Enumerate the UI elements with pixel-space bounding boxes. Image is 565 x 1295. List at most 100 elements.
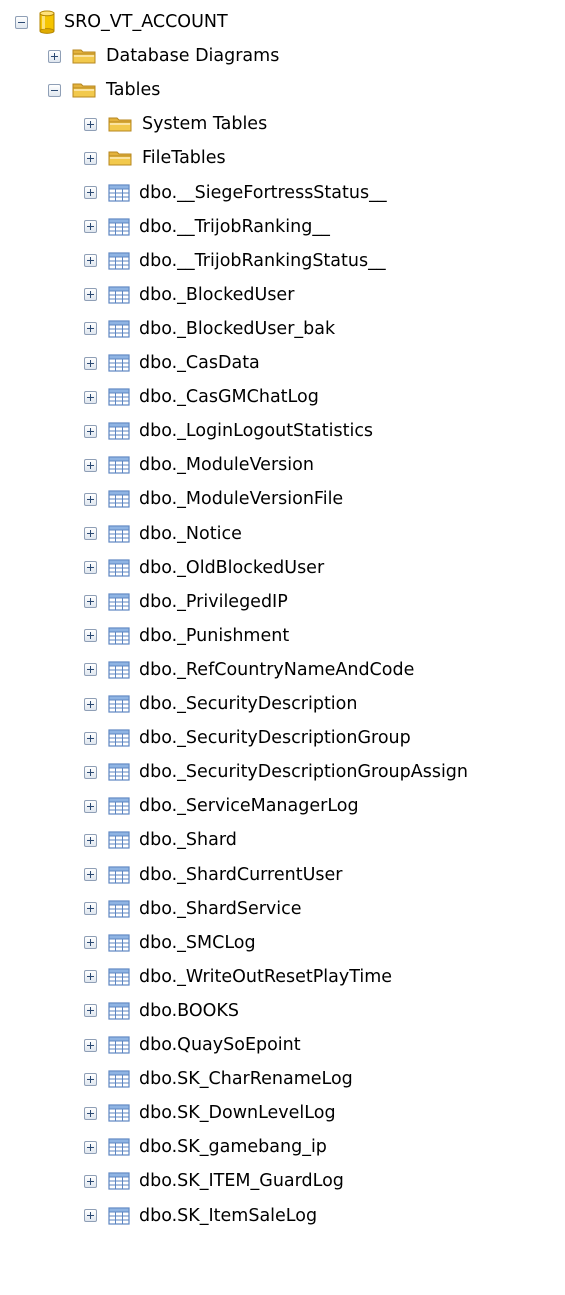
- node-label[interactable]: Tables: [106, 80, 160, 100]
- node-label[interactable]: dbo._BlockedUser: [139, 285, 294, 305]
- node-label[interactable]: dbo._ServiceManagerLog: [139, 796, 359, 816]
- node-label[interactable]: dbo._Shard: [139, 830, 237, 850]
- tree-node-table[interactable]: dbo._OldBlockedUser: [84, 551, 324, 585]
- expand-toggle-icon[interactable]: [84, 833, 97, 847]
- tree-node-table[interactable]: dbo.__TrijobRankingStatus__: [84, 244, 386, 278]
- node-label[interactable]: dbo.__TrijobRanking__: [139, 217, 330, 237]
- node-label[interactable]: dbo._ModuleVersion: [139, 455, 314, 475]
- node-label[interactable]: dbo._LoginLogoutStatistics: [139, 421, 373, 441]
- tree-node-table[interactable]: dbo.SK_CharRenameLog: [84, 1062, 353, 1096]
- node-label[interactable]: dbo.SK_ITEM_GuardLog: [139, 1171, 344, 1191]
- tree-node-table[interactable]: dbo._SecurityDescriptionGroupAssign: [84, 755, 468, 789]
- expand-toggle-icon[interactable]: [84, 663, 97, 677]
- tree-node-table[interactable]: dbo.BOOKS: [84, 994, 239, 1028]
- expand-toggle-icon[interactable]: [84, 322, 97, 336]
- node-label[interactable]: dbo._CasData: [139, 353, 260, 373]
- expand-toggle-icon[interactable]: [84, 595, 97, 609]
- tree-node-table[interactable]: dbo._LoginLogoutStatistics: [84, 414, 373, 448]
- tree-node-table[interactable]: dbo.SK_ITEM_GuardLog: [84, 1164, 344, 1198]
- expand-toggle-icon[interactable]: [84, 151, 97, 165]
- node-label[interactable]: dbo._RefCountryNameAndCode: [139, 660, 414, 680]
- node-label[interactable]: SRO_VT_ACCOUNT: [64, 12, 228, 32]
- tree-node-table[interactable]: dbo._CasData: [84, 346, 260, 380]
- expand-toggle-icon[interactable]: [48, 49, 61, 63]
- tree-node-table[interactable]: dbo._ModuleVersionFile: [84, 482, 343, 516]
- tree-node-table[interactable]: dbo.SK_ItemSaleLog: [84, 1199, 317, 1233]
- node-label[interactable]: dbo.__TrijobRankingStatus__: [139, 251, 386, 271]
- node-label[interactable]: dbo._SecurityDescriptionGroup: [139, 728, 411, 748]
- node-label[interactable]: dbo.SK_ItemSaleLog: [139, 1206, 317, 1226]
- expand-toggle-icon[interactable]: [84, 288, 97, 302]
- node-label[interactable]: dbo._ModuleVersionFile: [139, 489, 343, 509]
- collapse-toggle-icon[interactable]: [48, 83, 61, 97]
- expand-toggle-icon[interactable]: [84, 254, 97, 268]
- tree-node-table[interactable]: dbo._SMCLog: [84, 926, 256, 960]
- node-label[interactable]: Database Diagrams: [106, 46, 279, 66]
- node-label[interactable]: FileTables: [142, 148, 226, 168]
- tree-node-table[interactable]: dbo._ShardCurrentUser: [84, 858, 342, 892]
- node-label[interactable]: dbo._WriteOutResetPlayTime: [139, 967, 392, 987]
- expand-toggle-icon[interactable]: [84, 697, 97, 711]
- expand-toggle-icon[interactable]: [84, 458, 97, 472]
- node-label[interactable]: dbo._SecurityDescription: [139, 694, 357, 714]
- node-label[interactable]: dbo.BOOKS: [139, 1001, 239, 1021]
- expand-toggle-icon[interactable]: [84, 799, 97, 813]
- tree-node-table[interactable]: dbo.QuaySoEpoint: [84, 1028, 301, 1062]
- expand-toggle-icon[interactable]: [84, 1106, 97, 1120]
- tree-node-table[interactable]: dbo._SecurityDescription: [84, 687, 357, 721]
- tree-node-table[interactable]: dbo.__TrijobRanking__: [84, 210, 330, 244]
- node-label[interactable]: dbo._SMCLog: [139, 933, 256, 953]
- expand-toggle-icon[interactable]: [84, 561, 97, 575]
- expand-toggle-icon[interactable]: [84, 970, 97, 984]
- expand-toggle-icon[interactable]: [84, 527, 97, 540]
- tree-node-table[interactable]: dbo._Notice: [84, 517, 242, 551]
- node-label[interactable]: dbo._SecurityDescriptionGroupAssign: [139, 762, 468, 782]
- node-label[interactable]: dbo._OldBlockedUser: [139, 558, 324, 578]
- node-label[interactable]: dbo._ShardService: [139, 899, 302, 919]
- expand-toggle-icon[interactable]: [84, 902, 97, 916]
- expand-toggle-icon[interactable]: [84, 424, 97, 438]
- tree-node-table[interactable]: dbo._ShardService: [84, 892, 302, 926]
- node-label[interactable]: dbo._CasGMChatLog: [139, 387, 319, 407]
- tree-node-table[interactable]: dbo._BlockedUser: [84, 278, 294, 312]
- tree-node-folder[interactable]: Tables: [48, 73, 160, 107]
- expand-toggle-icon[interactable]: [84, 936, 97, 950]
- node-label[interactable]: dbo.QuaySoEpoint: [139, 1035, 301, 1055]
- collapse-toggle-icon[interactable]: [15, 15, 28, 29]
- tree-node-folder[interactable]: FileTables: [84, 141, 226, 175]
- tree-node-table[interactable]: dbo._RefCountryNameAndCode: [84, 653, 414, 687]
- expand-toggle-icon[interactable]: [84, 1140, 97, 1154]
- tree-node-table[interactable]: dbo._CasGMChatLog: [84, 380, 319, 414]
- expand-toggle-icon[interactable]: [84, 1038, 97, 1052]
- tree-node-folder[interactable]: Database Diagrams: [48, 39, 279, 73]
- tree-node-table[interactable]: dbo.SK_DownLevelLog: [84, 1096, 336, 1130]
- tree-node-table[interactable]: dbo._Punishment: [84, 619, 289, 653]
- node-label[interactable]: dbo.SK_CharRenameLog: [139, 1069, 353, 1089]
- node-label[interactable]: dbo.SK_DownLevelLog: [139, 1103, 336, 1123]
- expand-toggle-icon[interactable]: [84, 868, 97, 881]
- node-label[interactable]: dbo._PrivilegedIP: [139, 592, 288, 612]
- tree-node-table[interactable]: dbo._PrivilegedIP: [84, 585, 288, 619]
- node-label[interactable]: dbo.__SiegeFortressStatus__: [139, 183, 387, 203]
- expand-toggle-icon[interactable]: [84, 356, 97, 370]
- expand-toggle-icon[interactable]: [84, 1209, 97, 1222]
- tree-node-table[interactable]: dbo._BlockedUser_bak: [84, 312, 335, 346]
- tree-node-folder[interactable]: System Tables: [84, 107, 267, 141]
- tree-node-table[interactable]: dbo._ServiceManagerLog: [84, 789, 359, 823]
- tree-node-table[interactable]: dbo._WriteOutResetPlayTime: [84, 960, 392, 994]
- expand-toggle-icon[interactable]: [84, 1004, 97, 1018]
- expand-toggle-icon[interactable]: [84, 220, 97, 234]
- tree-node-table[interactable]: dbo._ModuleVersion: [84, 448, 314, 482]
- expand-toggle-icon[interactable]: [84, 629, 97, 643]
- node-label[interactable]: dbo._ShardCurrentUser: [139, 865, 342, 885]
- expand-toggle-icon[interactable]: [84, 186, 97, 199]
- tree-node-table[interactable]: dbo.SK_gamebang_ip: [84, 1130, 327, 1164]
- tree-node-table[interactable]: dbo.__SiegeFortressStatus__: [84, 176, 387, 210]
- expand-toggle-icon[interactable]: [84, 117, 97, 131]
- node-label[interactable]: System Tables: [142, 114, 267, 134]
- expand-toggle-icon[interactable]: [84, 390, 97, 404]
- node-label[interactable]: dbo._Notice: [139, 524, 242, 544]
- expand-toggle-icon[interactable]: [84, 1072, 97, 1086]
- expand-toggle-icon[interactable]: [84, 731, 97, 745]
- node-label[interactable]: dbo._BlockedUser_bak: [139, 319, 335, 339]
